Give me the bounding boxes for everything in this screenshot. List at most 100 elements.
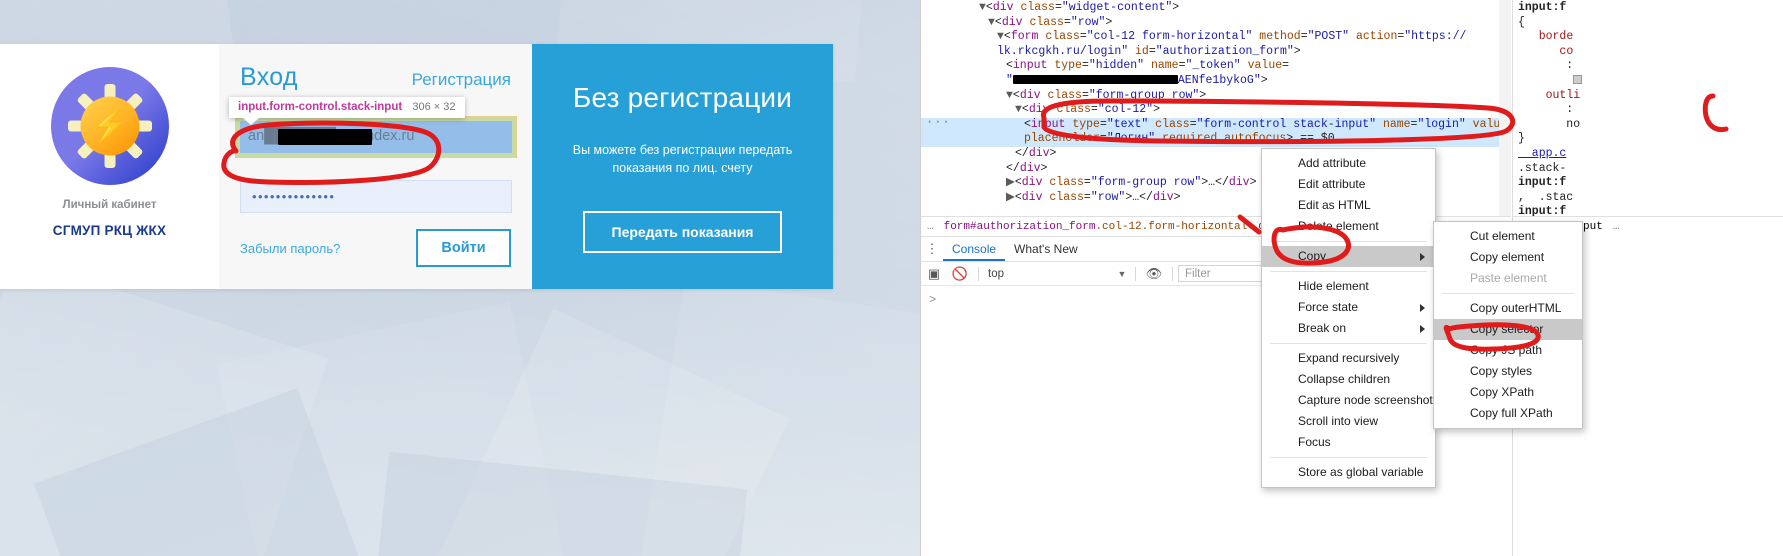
dom-token: "text" — [1106, 117, 1149, 131]
console-prompt[interactable]: > — [929, 293, 936, 307]
dom-token: < — [1006, 59, 1013, 73]
dom-line[interactable]: <input type="text" class="form-control s… — [921, 117, 1511, 133]
menu-item-force-state[interactable]: Force state — [1262, 297, 1435, 318]
menu-item-focus[interactable]: Focus — [1262, 432, 1435, 453]
styles-pane[interactable]: input:f{ borde co : outli : no} app.c .st… — [1512, 0, 1783, 237]
menu-item-hide-element[interactable]: Hide element — [1262, 276, 1435, 297]
menu-item-collapse-children[interactable]: Collapse children — [1262, 369, 1435, 390]
dom-line[interactable]: ▼<div class="form-group row"> — [921, 89, 1511, 104]
dom-token: < — [1003, 30, 1011, 44]
tab-whats-new[interactable]: What's New — [1005, 237, 1087, 261]
dom-token: = — [1189, 117, 1197, 131]
clear-console-icon[interactable]: 🚫 — [947, 266, 973, 282]
menu-item-label: Delete element — [1298, 219, 1379, 233]
dom-token: class — [1049, 176, 1084, 190]
dom-token: < — [985, 1, 993, 14]
menu-item-store-as-global-variable[interactable]: Store as global variable — [1262, 462, 1435, 483]
dom-token: "form-control stack-input" — [1196, 117, 1377, 131]
element-context-menu[interactable]: Add attribute Edit attribute Edit as HTML D… — [1261, 148, 1436, 488]
menu-item-copy-styles[interactable]: Copy styles — [1434, 361, 1582, 382]
dom-line[interactable]: " AENfe1bykoG"> — [921, 74, 1511, 89]
style-line[interactable]: no — [1518, 118, 1783, 133]
menu-item-copy[interactable]: Copy — [1262, 246, 1435, 267]
sidebar-toggle-icon[interactable]: ▣ — [921, 266, 947, 282]
menu-item-label: Capture node screenshot — [1298, 393, 1433, 407]
chevron-down-icon[interactable]: ▼ — [1114, 269, 1130, 279]
dom-token: >…</ — [1125, 190, 1153, 204]
forgot-password-link[interactable]: Забыли пароль? — [240, 241, 340, 256]
login-input[interactable]: an███████@yandex.ru — [240, 121, 512, 153]
menu-item-add-attribute[interactable]: Add attribute — [1262, 153, 1435, 174]
style-line[interactable]: : — [1518, 103, 1783, 118]
dom-token: < — [994, 15, 1002, 29]
menu-item-label: Copy styles — [1470, 364, 1533, 378]
style-line[interactable]: { — [1518, 16, 1783, 31]
tab-register[interactable]: Регистрация — [412, 63, 511, 92]
menu-item-copy-xpath[interactable]: Copy XPath — [1434, 382, 1582, 403]
menu-item-cut-element[interactable]: Cut element — [1434, 226, 1582, 247]
more-options-icon[interactable]: ⋮ — [921, 242, 943, 255]
breadcrumb-ellipsis[interactable]: … — [921, 221, 944, 233]
menu-item-break-on[interactable]: Break on — [1262, 318, 1435, 339]
dom-token: > — [1199, 88, 1207, 102]
style-line[interactable]: co — [1518, 45, 1783, 60]
menu-item-copy-full-xpath[interactable]: Copy full XPath — [1434, 403, 1582, 424]
copy-submenu[interactable]: Cut element Copy element Paste element Copy… — [1433, 221, 1583, 429]
menu-item-edit-as-html[interactable]: Edit as HTML — [1262, 195, 1435, 216]
menu-item-copy-element[interactable]: Copy element — [1434, 247, 1582, 268]
style-line[interactable]: input:f — [1518, 176, 1783, 191]
menu-item-expand-recursively[interactable]: Expand recursively — [1262, 348, 1435, 369]
menu-item-copy-js-path[interactable]: Copy JS path — [1434, 340, 1582, 361]
dom-line[interactable]: ▼<div class="col-12"> — [921, 103, 1511, 118]
menu-item-copy-outerhtml[interactable]: Copy outerHTML — [1434, 298, 1582, 319]
dom-token: = — [1054, 1, 1062, 14]
dom-token: = — [1081, 88, 1089, 102]
login-button[interactable]: Войти — [416, 229, 511, 267]
style-line[interactable]: : — [1518, 59, 1783, 74]
dom-token: = — [1099, 117, 1107, 131]
dom-token — [1466, 118, 1473, 131]
style-line[interactable]: input:f — [1518, 1, 1783, 16]
menu-item-scroll-into-view[interactable]: Scroll into view — [1262, 411, 1435, 432]
dom-line[interactable]: lk.rkcgkh.ru/login" id="authorization_fo… — [921, 45, 1511, 60]
menu-item-copy-selector[interactable]: Copy selector — [1434, 319, 1582, 340]
style-token: .stack- — [1518, 161, 1567, 175]
eye-icon[interactable]: 👁 — [1141, 266, 1167, 282]
dom-token: "login" — [1417, 117, 1466, 131]
dom-line[interactable]: ▼<div class="row"> — [921, 16, 1511, 31]
password-input[interactable]: •••••••••••••• — [240, 180, 512, 213]
style-line[interactable]: } — [1518, 132, 1783, 147]
tab-login[interactable]: Вход — [240, 63, 298, 92]
password-input-text: •••••••••••••• — [252, 189, 336, 204]
menu-item-delete-element[interactable]: Delete element — [1262, 216, 1435, 237]
dom-row-ellipsis[interactable]: ··· — [926, 115, 951, 130]
style-line[interactable]: .stack- — [1518, 162, 1783, 177]
menu-item-label: Scroll into view — [1298, 414, 1379, 428]
console-context-select[interactable]: top — [984, 268, 1114, 280]
menu-item-capture-node-screenshot[interactable]: Capture node screenshot — [1262, 390, 1435, 411]
dom-token: div — [1021, 176, 1043, 190]
tab-console[interactable]: Console — [943, 237, 1006, 261]
dom-line[interactable]: ▼<form class="col-12 form-horizontal" me… — [921, 30, 1511, 45]
style-line[interactable] — [1518, 74, 1783, 89]
style-token: input:f — [1518, 176, 1567, 190]
breadcrumb-item-form[interactable]: form#authorization_form.col-12.form-hori… — [944, 221, 1259, 233]
dom-token: "col-12 form-horizontal" — [1086, 30, 1253, 44]
style-token — [1573, 75, 1583, 85]
dom-token: value — [1247, 59, 1283, 73]
style-line[interactable]: app.c — [1518, 147, 1783, 162]
style-line[interactable]: borde — [1518, 30, 1783, 45]
style-line[interactable]: outli — [1518, 89, 1783, 104]
styles-scrollbar[interactable] — [1499, 0, 1511, 216]
style-line[interactable]: , .stac — [1518, 191, 1783, 206]
dom-token: "form-group row" — [1090, 176, 1202, 190]
dom-line[interactable]: placeholder="Логин" required autofocus> … — [921, 132, 1511, 147]
menu-item-edit-attribute[interactable]: Edit attribute — [1262, 174, 1435, 195]
dom-token: div — [1228, 176, 1250, 190]
dom-line[interactable]: <input type="hidden" name="_token" value… — [921, 59, 1511, 74]
dom-line[interactable]: ▼<div class="widget-content"> — [921, 1, 1511, 16]
submit-readings-button[interactable]: Передать показания — [582, 211, 783, 254]
styles-breadcrumb-ellipsis[interactable]: … — [1603, 221, 1621, 233]
menu-item-label: Copy XPath — [1470, 385, 1535, 399]
dom-token: "form-group row" — [1088, 88, 1200, 102]
